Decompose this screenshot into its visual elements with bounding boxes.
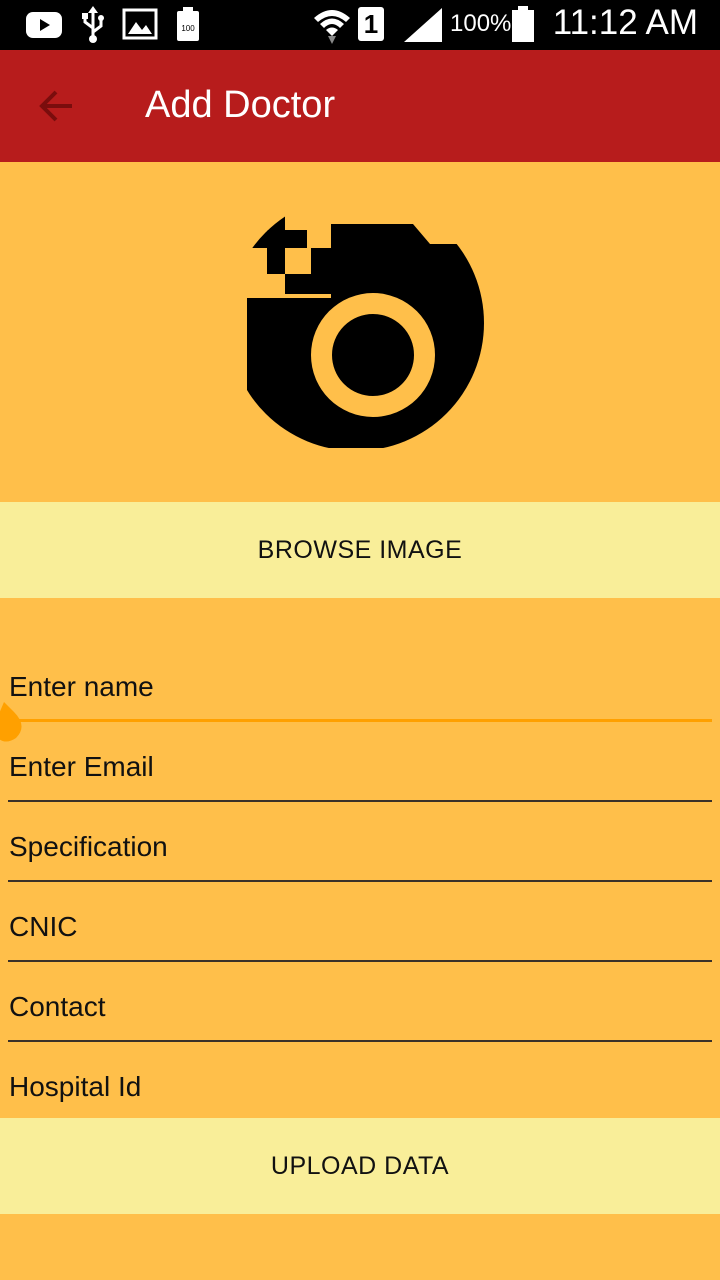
upload-data-button[interactable]: UPLOAD DATA <box>0 1118 720 1214</box>
sim-slot-icon: 1 <box>358 7 384 41</box>
email-field <box>8 722 712 802</box>
clock: 11:12 AM <box>552 3 698 42</box>
youtube-icon <box>26 12 62 38</box>
cnic-input[interactable] <box>8 902 712 962</box>
hospital-id-input[interactable] <box>8 1062 712 1122</box>
specification-field <box>8 802 712 882</box>
status-bar: 100 1 100% 11:12 AM <box>0 0 720 50</box>
contact-field <box>8 962 712 1042</box>
back-button[interactable] <box>22 72 90 140</box>
arrow-back-icon <box>39 90 72 122</box>
name-field <box>8 642 712 722</box>
hospital-id-field <box>8 1042 712 1122</box>
battery-notification-icon: 100 <box>177 7 199 41</box>
app-bar: Add Doctor <box>0 50 720 162</box>
browse-image-button[interactable]: BROWSE IMAGE <box>0 502 720 598</box>
name-input[interactable] <box>8 662 712 722</box>
add-a-photo-icon[interactable] <box>225 192 505 454</box>
signal-icon <box>404 8 442 42</box>
contact-input[interactable] <box>8 982 712 1042</box>
image-preview-area <box>0 162 720 502</box>
battery-notification-label: 100 <box>181 24 195 33</box>
image-icon <box>122 8 158 40</box>
battery-icon <box>512 6 534 42</box>
specification-input[interactable] <box>8 822 712 882</box>
email-input[interactable] <box>8 742 712 802</box>
cnic-field <box>8 882 712 962</box>
wifi-icon <box>314 10 350 44</box>
usb-icon <box>82 6 104 43</box>
battery-percent: 100% <box>450 10 512 37</box>
page-title: Add Doctor <box>145 84 336 126</box>
